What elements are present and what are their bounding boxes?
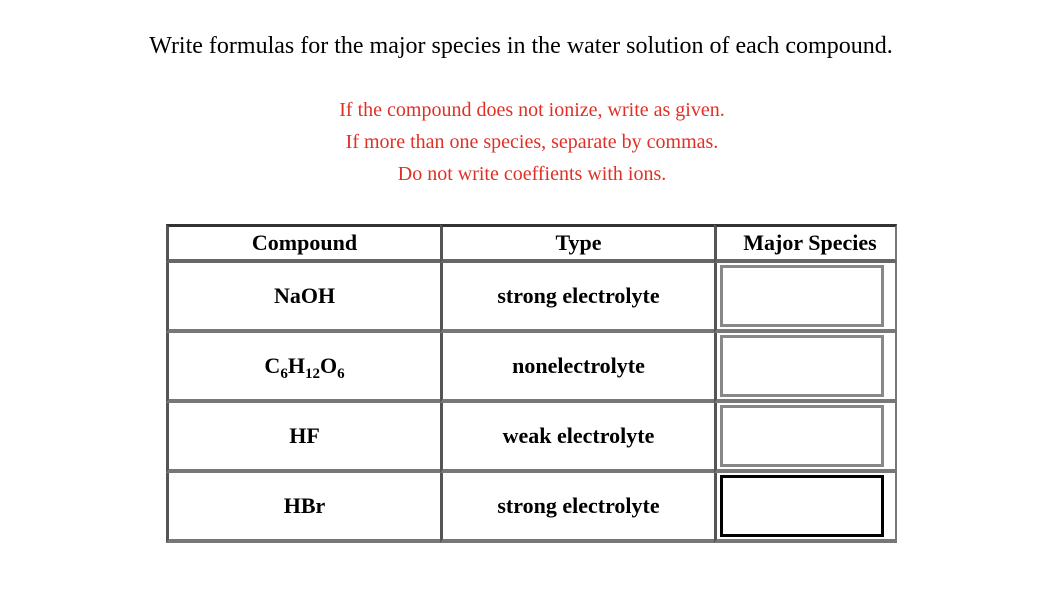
major-species-input[interactable] [720, 475, 884, 537]
compound-cell: NaOH [166, 263, 440, 333]
header-row: Compound Type Major Species [166, 224, 897, 263]
page-title: Write formulas for the major species in … [149, 33, 893, 59]
major-species-input[interactable] [720, 265, 884, 327]
answer-cell [714, 473, 897, 543]
formula-subscript: 12 [304, 366, 320, 382]
table-row: HBr strong electrolyte [166, 473, 897, 543]
formula-subscript: 6 [280, 366, 288, 382]
header-type: Type [440, 224, 714, 263]
header-compound: Compound [166, 224, 440, 263]
major-species-input[interactable] [720, 405, 884, 467]
instruction-line: If the compound does not ionize, write a… [339, 99, 725, 121]
table-row: C6H12O6 nonelectrolyte [166, 333, 897, 403]
instruction-line: If more than one species, separate by co… [345, 131, 719, 153]
formula-subscript: 6 [337, 366, 345, 382]
compound-cell: C6H12O6 [166, 333, 440, 403]
major-species-input[interactable] [720, 335, 884, 397]
answer-cell [714, 263, 897, 333]
type-cell: strong electrolyte [440, 263, 714, 333]
table-row: HF weak electrolyte [166, 403, 897, 473]
type-cell: weak electrolyte [440, 403, 714, 473]
instruction-line: Do not write coeffients with ions. [397, 163, 667, 185]
table-row: NaOH strong electrolyte [166, 263, 897, 333]
answer-cell [714, 333, 897, 403]
formula-element: O [319, 353, 338, 378]
answer-cell [714, 403, 897, 473]
type-cell: nonelectrolyte [440, 333, 714, 403]
header-major-species: Major Species [714, 224, 897, 263]
type-cell: strong electrolyte [440, 473, 714, 543]
compound-cell: HBr [166, 473, 440, 543]
formula-element: C [264, 353, 281, 378]
question-table: Compound Type Major Species NaOH strong … [166, 224, 897, 543]
compound-cell: HF [166, 403, 440, 473]
formula-element: H [287, 353, 305, 378]
